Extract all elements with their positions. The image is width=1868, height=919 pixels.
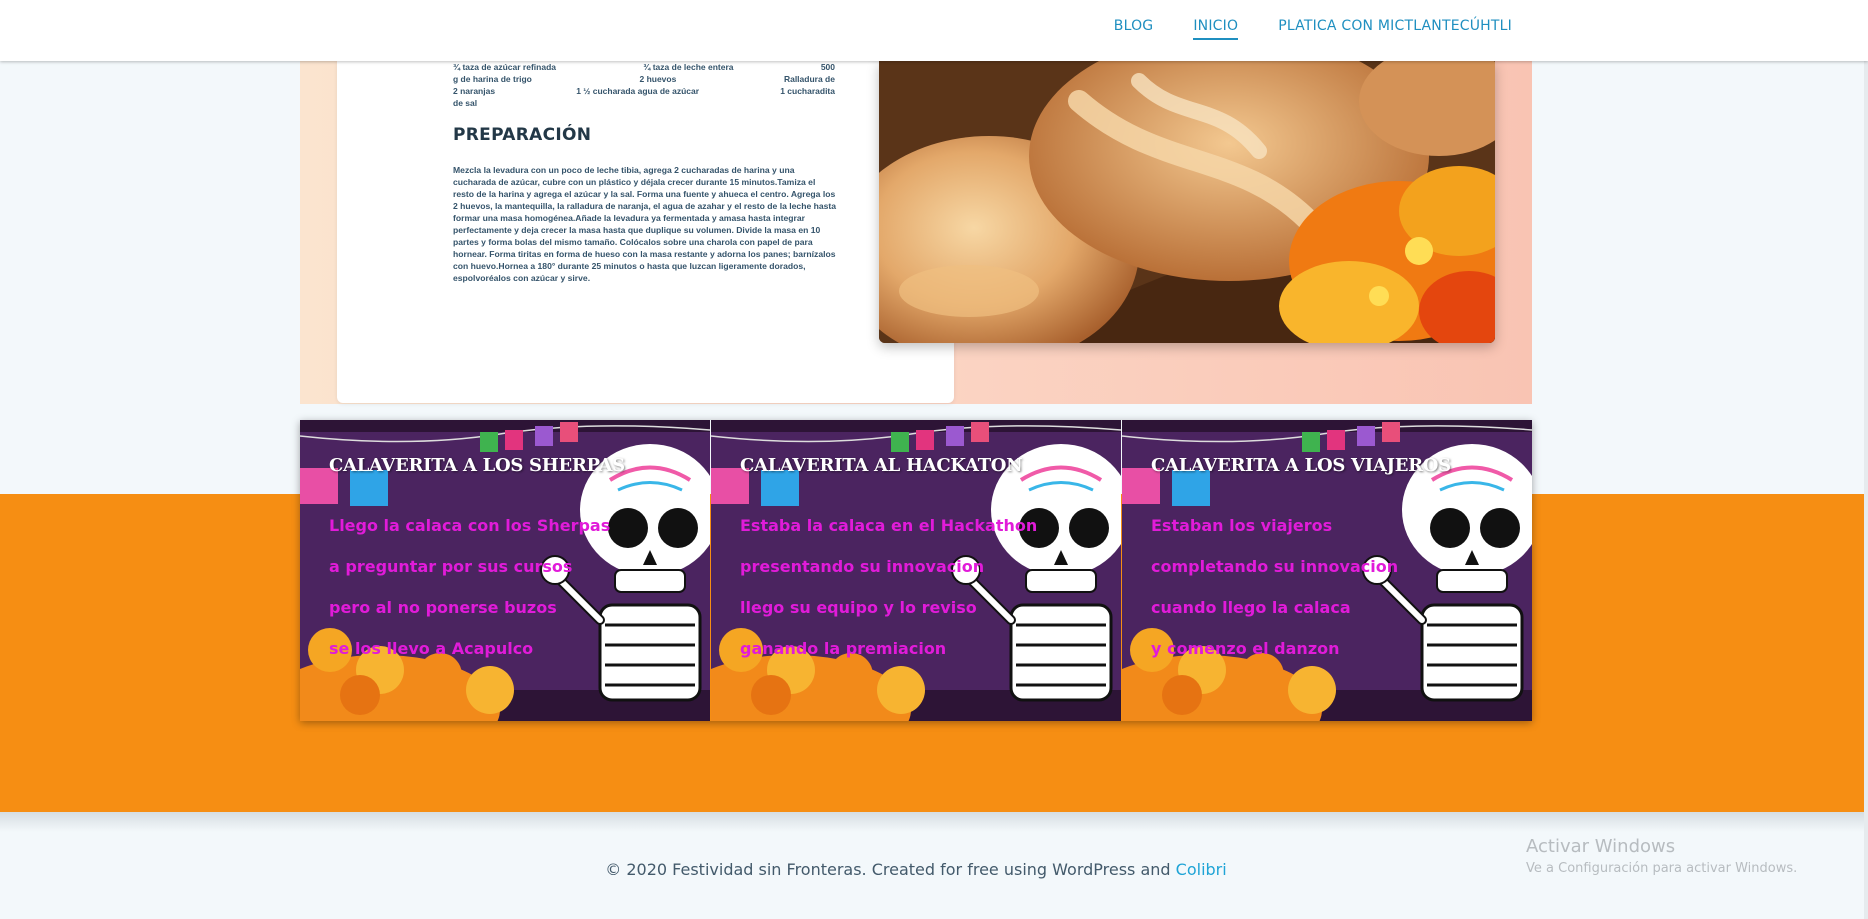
verse-line: a preguntar por sus cursos <box>329 557 573 576</box>
verse-line: cuando llego la calaca <box>1151 598 1351 617</box>
nav-inicio[interactable]: INICIO <box>1193 18 1239 40</box>
watermark-subtitle: Ve a Configuración para activar Windows. <box>1526 861 1798 876</box>
ingredients-row: 2 naranjas 1 ½ cucharada agua de azúcar 1 … <box>453 86 835 96</box>
verse-line: llego su equipo y lo reviso <box>740 598 977 617</box>
top-navigation-bar: BLOG INICIO PLATICA CON MICTLANTECÚHTLI <box>0 0 1868 61</box>
verse-line: y comenzo el danzon <box>1151 639 1340 658</box>
calaveritas-row: CALAVERITA A LOS SHERPAS Llego la calaca… <box>300 420 1532 721</box>
main-menu: BLOG INICIO PLATICA CON MICTLANTECÚHTLI <box>1114 18 1512 40</box>
calaverita-title: CALAVERITA A LOS SHERPAS <box>329 455 625 476</box>
page-scrollbar[interactable] <box>1864 61 1868 919</box>
ingredients-row: ¾ taza de azúcar refinada ¾ taza de leche… <box>453 62 835 72</box>
calaverita-card-sherpas: CALAVERITA A LOS SHERPAS Llego la calaca… <box>300 420 710 721</box>
verse-line: pero al no ponerse buzos <box>329 598 557 617</box>
verse-line: completando su innovacion <box>1151 557 1399 576</box>
colibri-link[interactable]: Colibri <box>1176 860 1227 879</box>
verse-line: presentando su innovacion <box>740 557 985 576</box>
ingredients-row: g de harina de trigo 2 huevos Ralladura de <box>453 74 835 84</box>
windows-activation-watermark: Activar Windows Ve a Configuración para … <box>1526 836 1797 876</box>
calaverita-verses: Llego la calaca con los Sherpas a pregun… <box>329 505 610 669</box>
nav-blog[interactable]: BLOG <box>1114 18 1154 40</box>
calaverita-title: CALAVERITA A LOS VIAJEROS <box>1151 455 1451 476</box>
verse-line: Llego la calaca con los Sherpas <box>329 516 611 535</box>
ingredients-row: de sal <box>453 98 478 108</box>
calaverita-title: CALAVERITA AL HACKATON <box>740 455 1023 476</box>
verse-line: Estaba la calaca en el Hackathon <box>740 516 1038 535</box>
nav-platica[interactable]: PLATICA CON MICTLANTECÚHTLI <box>1278 18 1512 40</box>
footer-shadow <box>0 812 1868 832</box>
verse-line: ganando la premiacion <box>740 639 947 658</box>
calaverita-card-viajeros: CALAVERITA A LOS VIAJEROS Estaban los vi… <box>1122 420 1532 721</box>
pan-de-muerto-image <box>879 61 1495 343</box>
verse-line: Estaban los viajeros <box>1151 516 1333 535</box>
watermark-title: Activar Windows <box>1526 836 1676 857</box>
footer-text: © 2020 Festividad sin Fronteras. Created… <box>605 860 1176 879</box>
verse-line: se los llevo a Acapulco <box>329 639 534 658</box>
calaverita-verses: Estaba la calaca en el Hackathon present… <box>740 505 1037 669</box>
preparation-text: Mezcla la levadura con un poco de leche … <box>453 165 837 283</box>
calaverita-verses: Estaban los viajeros completando su inno… <box>1151 505 1398 669</box>
ingredients-list: ¾ taza de azúcar refinada ¾ taza de leche… <box>453 61 835 109</box>
calaverita-card-hackaton: CALAVERITA AL HACKATON Estaba la calaca … <box>711 420 1121 721</box>
preparation-heading: PREPARACIÓN <box>453 125 592 145</box>
